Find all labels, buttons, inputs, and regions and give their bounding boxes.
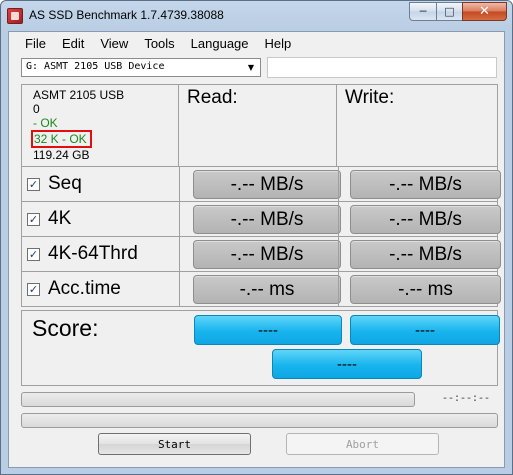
acc-time-write-result[interactable]: -.-- ms xyxy=(350,275,501,304)
4k-64thrd-read-result[interactable]: -.-- MB/s xyxy=(193,240,341,269)
4k-write-result[interactable]: -.-- MB/s xyxy=(350,205,501,234)
column-divider xyxy=(338,237,339,271)
menu-view[interactable]: View xyxy=(92,34,136,53)
test-row-acc-time: ✓ Acc.time -.-- ms -.-- ms xyxy=(21,272,501,307)
test-label: 4K-64Thrd xyxy=(48,243,138,264)
menu-language[interactable]: Language xyxy=(183,34,257,53)
start-button[interactable]: Start xyxy=(98,433,251,455)
chevron-down-icon[interactable]: ▼ xyxy=(244,60,258,75)
app-window: AS SSD Benchmark 1.7.4739.38088 ─ □ ✕ Fi… xyxy=(0,0,513,475)
drive-selected: G: ASMT 2105 USB Device xyxy=(26,61,165,72)
drive-dropdown[interactable]: G: ASMT 2105 USB Device ▼ xyxy=(21,58,261,77)
elapsed-time: --:--:-- xyxy=(442,394,491,405)
4k-64thrd-write-result[interactable]: -.-- MB/s xyxy=(350,240,501,269)
device-line-2: 0 xyxy=(33,102,40,116)
seq-write-result[interactable]: -.-- MB/s xyxy=(350,170,501,199)
4k-64thrd-checkbox[interactable]: ✓ xyxy=(27,247,40,261)
menu-help[interactable]: Help xyxy=(257,34,300,53)
test-progress-bar xyxy=(21,392,415,407)
test-label-cell: ✓ 4K xyxy=(22,202,180,236)
test-label: Seq xyxy=(48,173,82,194)
score-write-button[interactable]: ---- xyxy=(350,315,500,345)
test-label-cell: ✓ Acc.time xyxy=(22,272,180,306)
status-ok: - OK xyxy=(33,116,58,130)
overall-progress-bar xyxy=(21,413,498,428)
test-label-cell: ✓ Seq xyxy=(22,167,180,201)
window-title: AS SSD Benchmark 1.7.4739.38088 xyxy=(29,8,224,22)
app-icon xyxy=(7,8,23,24)
menu-tools[interactable]: Tools xyxy=(136,34,182,53)
test-row-4k-64thrd: ✓ 4K-64Thrd -.-- MB/s -.-- MB/s xyxy=(21,237,501,272)
score-read-button[interactable]: ---- xyxy=(194,315,342,345)
title-bar[interactable]: AS SSD Benchmark 1.7.4739.38088 ─ □ ✕ xyxy=(1,1,512,31)
column-divider xyxy=(338,202,339,236)
column-divider xyxy=(338,167,339,201)
drive-info-panel: ASMT 2105 USB 0 - OK 32 K - OK 119.24 GB xyxy=(21,84,179,167)
menu-bar: File Edit View Tools Language Help xyxy=(9,32,504,54)
4k-read-result[interactable]: -.-- MB/s xyxy=(193,205,341,234)
test-label: 4K xyxy=(48,208,72,229)
read-column-header: Read: xyxy=(179,84,337,167)
score-label: Score: xyxy=(32,315,99,341)
test-row-seq: ✓ Seq -.-- MB/s -.-- MB/s xyxy=(21,167,501,202)
test-label: Acc.time xyxy=(48,278,121,299)
close-button[interactable]: ✕ xyxy=(462,2,507,21)
menu-file[interactable]: File xyxy=(17,34,54,53)
acc-time-checkbox[interactable]: ✓ xyxy=(27,282,40,296)
seq-read-result[interactable]: -.-- MB/s xyxy=(193,170,341,199)
column-divider xyxy=(338,272,339,306)
client-area: File Edit View Tools Language Help G: AS… xyxy=(8,31,505,468)
abort-button[interactable]: Abort xyxy=(286,433,439,455)
window-controls: ─ □ ✕ xyxy=(409,2,507,22)
seq-checkbox[interactable]: ✓ xyxy=(27,177,40,191)
device-name: ASMT 2105 USB xyxy=(33,88,125,102)
menu-edit[interactable]: Edit xyxy=(54,34,92,53)
score-panel: Score: ---- ---- ---- xyxy=(21,310,500,386)
drive-capacity: 119.24 GB xyxy=(33,148,90,162)
score-total-button[interactable]: ---- xyxy=(272,349,422,379)
drive-info-field xyxy=(267,57,497,78)
alignment-status: 32 K - OK xyxy=(31,130,92,148)
maximize-button[interactable]: □ xyxy=(436,2,462,21)
test-row-4k: ✓ 4K -.-- MB/s -.-- MB/s xyxy=(21,202,501,237)
acc-time-read-result[interactable]: -.-- ms xyxy=(193,275,341,304)
test-label-cell: ✓ 4K-64Thrd xyxy=(22,237,180,271)
write-column-header: Write: xyxy=(337,84,498,167)
minimize-button[interactable]: ─ xyxy=(409,2,436,21)
4k-checkbox[interactable]: ✓ xyxy=(27,212,40,226)
